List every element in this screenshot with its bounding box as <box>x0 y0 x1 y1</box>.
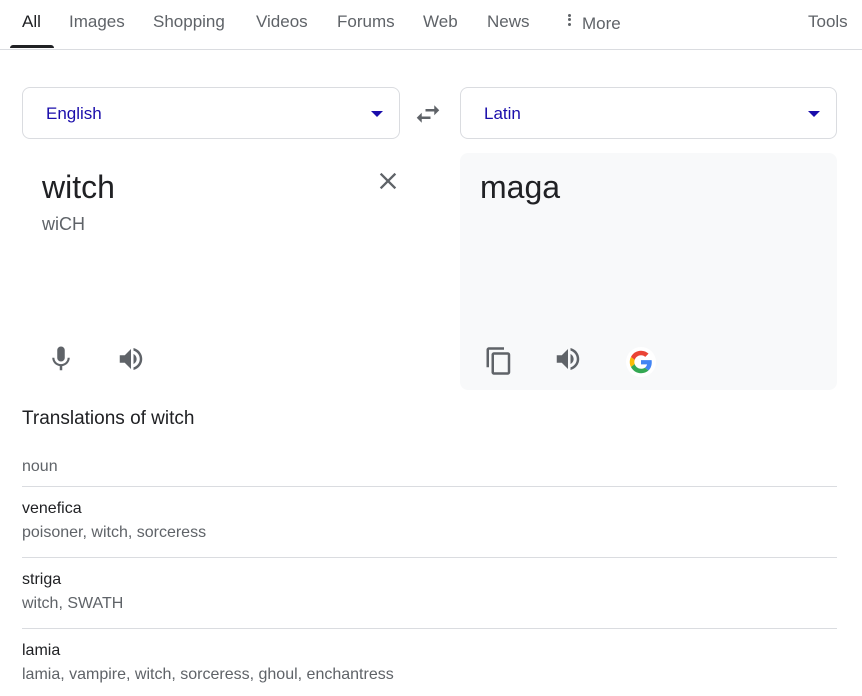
search-nav-bar: All Images Shopping Videos Forums Web Ne… <box>0 0 862 50</box>
google-translate-button[interactable] <box>626 347 656 377</box>
divider <box>22 628 837 629</box>
source-language-select[interactable]: English <box>22 87 400 139</box>
translated-text: maga <box>480 169 561 205</box>
divider <box>22 486 837 487</box>
source-text-input[interactable]: witch <box>42 169 115 206</box>
clear-text-button[interactable] <box>374 167 402 195</box>
active-tab-indicator <box>10 45 54 48</box>
listen-source-button[interactable] <box>116 344 146 374</box>
tab-shopping[interactable]: Shopping <box>153 12 225 32</box>
more-label: More <box>582 14 621 33</box>
close-icon <box>379 172 397 190</box>
voice-input-button[interactable] <box>46 344 76 374</box>
google-logo-icon <box>629 350 652 374</box>
listen-translation-button[interactable] <box>553 344 583 374</box>
part-of-speech-label: noun <box>22 458 58 475</box>
translations-heading: Translations of witch <box>22 408 195 429</box>
swap-languages-button[interactable] <box>413 99 443 129</box>
translation-synonyms: witch, SWATH <box>22 595 124 612</box>
source-language-label: English <box>46 104 102 123</box>
tab-all[interactable]: All <box>22 12 41 32</box>
tab-images[interactable]: Images <box>69 12 125 32</box>
speaker-icon <box>556 348 580 370</box>
microphone-icon <box>52 346 70 371</box>
more-vert-icon <box>568 12 572 27</box>
tab-forums[interactable]: Forums <box>337 12 395 32</box>
tab-web[interactable]: Web <box>423 12 458 32</box>
copy-translation-button[interactable] <box>484 346 514 376</box>
translation-word[interactable]: striga <box>22 571 61 589</box>
chevron-down-icon <box>808 111 820 117</box>
chevron-down-icon <box>371 111 383 117</box>
translation-synonyms: poisoner, witch, sorceress <box>22 524 207 541</box>
tab-videos[interactable]: Videos <box>256 12 308 32</box>
tools-button[interactable]: Tools <box>808 12 848 32</box>
target-language-label: Latin <box>484 104 521 123</box>
tab-news[interactable]: News <box>487 12 530 32</box>
copy-icon <box>486 347 511 375</box>
speaker-icon <box>119 348 143 370</box>
tab-more[interactable]: More <box>568 12 621 34</box>
translation-synonyms: lamia, vampire, witch, sorceress, ghoul,… <box>22 666 394 683</box>
translation-word[interactable]: lamia <box>22 642 60 660</box>
target-language-select[interactable]: Latin <box>460 87 837 139</box>
swap-icon <box>416 105 440 123</box>
divider <box>22 557 837 558</box>
source-phonetic: wiCH <box>42 214 85 234</box>
translation-word[interactable]: venefica <box>22 500 82 518</box>
